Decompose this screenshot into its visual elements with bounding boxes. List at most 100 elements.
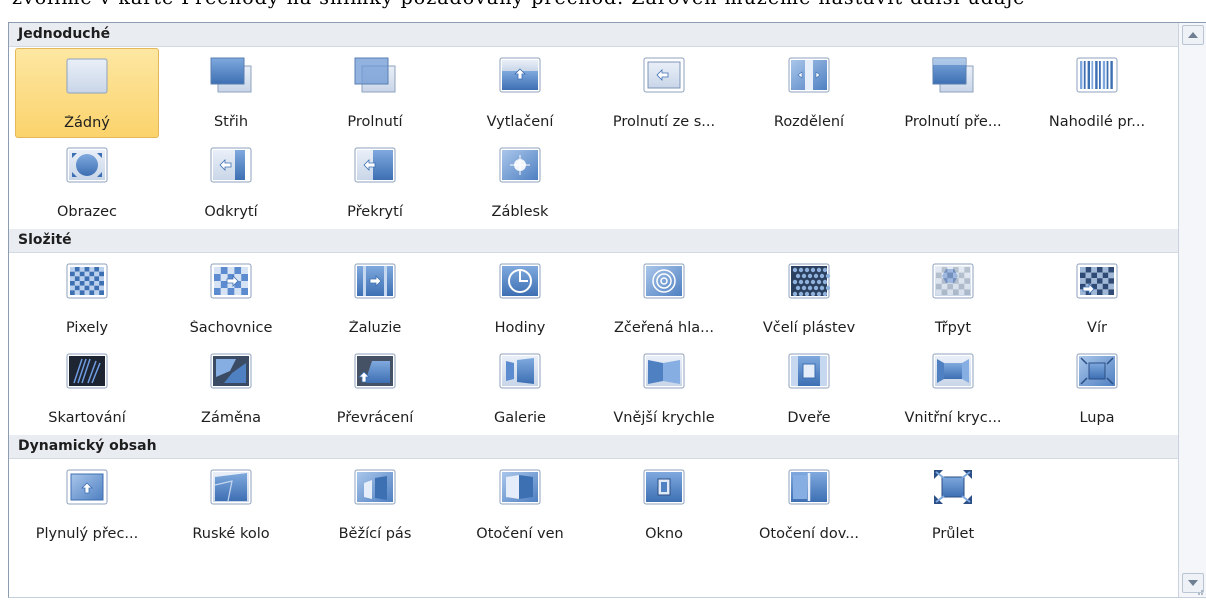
gallery-scrollbar[interactable] — [1178, 23, 1206, 597]
transition-item[interactable]: Hodiny — [448, 254, 592, 344]
transition-item[interactable]: Třpyt — [881, 254, 1025, 344]
resize-grip-icon[interactable] — [1194, 586, 1204, 596]
transition-label: Dveře — [787, 410, 831, 426]
vortex-transition-icon — [1074, 261, 1120, 301]
transition-label: Šachovnice — [189, 320, 273, 336]
transition-item[interactable]: Žádný — [15, 48, 159, 138]
honeycomb-transition-icon — [786, 261, 832, 301]
category-title: Jednoduché — [18, 26, 111, 42]
transition-item[interactable]: Vytlačení — [448, 48, 592, 138]
dissolve-transition-icon — [64, 261, 110, 301]
rotate-transition-icon — [497, 467, 543, 507]
zoom-transition-icon — [1074, 351, 1120, 391]
transition-label: Běžící pás — [338, 526, 412, 542]
transition-item[interactable]: Vír — [1025, 254, 1169, 344]
transition-item[interactable]: Okno — [592, 460, 736, 550]
transition-item[interactable]: Pixely — [15, 254, 159, 344]
transition-label: Vnější krychle — [613, 410, 715, 426]
transition-label: Prolnutí pře... — [904, 114, 1002, 130]
document-text: zvolíme v kartě Přechody na snímky požad… — [12, 0, 1025, 9]
transition-item[interactable]: Lupa — [1025, 344, 1169, 434]
category-title: Dynamický obsah — [18, 438, 157, 454]
transition-item[interactable]: Otočení ven — [448, 460, 592, 550]
orbit-transition-icon — [786, 467, 832, 507]
transition-item[interactable]: Vnější krychle — [592, 344, 736, 434]
shred-transition-icon — [64, 351, 110, 391]
transition-label: Žaluzie — [348, 320, 402, 336]
transition-item[interactable]: Běžící pás — [303, 460, 447, 550]
transition-label: Převrácení — [336, 410, 414, 426]
flash-transition-icon — [497, 145, 543, 185]
transition-item[interactable]: Šachovnice — [159, 254, 303, 344]
transition-item[interactable]: Dveře — [737, 344, 881, 434]
transition-item[interactable]: Obrazec — [15, 138, 159, 228]
transition-item[interactable]: Ruské kolo — [159, 460, 303, 550]
transition-item[interactable]: Včelí plástev — [737, 254, 881, 344]
transition-item[interactable]: Zčeřená hla... — [592, 254, 736, 344]
transition-label: Vír — [1087, 320, 1107, 336]
transition-label: Nahodilé pr... — [1048, 114, 1146, 130]
window-transition-icon — [641, 467, 687, 507]
blinds-transition-icon — [352, 261, 398, 301]
transition-label: Odkrytí — [204, 204, 258, 220]
transition-item[interactable]: Překrytí — [303, 138, 447, 228]
category-header: Jednoduché — [9, 23, 1179, 47]
box-transition-icon — [930, 351, 976, 391]
pan-transition-icon — [64, 467, 110, 507]
glitter-transition-icon — [930, 261, 976, 301]
flip-transition-icon — [352, 351, 398, 391]
transition-label: Záměna — [201, 410, 261, 426]
transition-item[interactable]: Prolnutí ze s... — [592, 48, 736, 138]
transition-item[interactable]: Střih — [159, 48, 303, 138]
transition-label: Překrytí — [347, 204, 403, 220]
transition-item[interactable]: Nahodilé pr... — [1025, 48, 1169, 138]
transition-label: Ruské kolo — [192, 526, 270, 542]
transition-item[interactable]: Záměna — [159, 344, 303, 434]
transition-label: Průlet — [931, 526, 975, 542]
random-bars-transition-icon — [1074, 55, 1120, 95]
doors-transition-icon — [786, 351, 832, 391]
transition-label: Střih — [213, 114, 249, 130]
transition-label: Prolnutí ze s... — [612, 114, 716, 130]
transition-label: Žádný — [64, 115, 110, 131]
category-header: Dynamický obsah — [9, 435, 1179, 459]
transition-gallery: Jednoduché Žádný Střih Prolnutí Vytlačen… — [8, 22, 1206, 598]
category-header: Složité — [9, 229, 1179, 253]
transition-label: Okno — [645, 526, 683, 542]
cut-transition-icon — [208, 55, 254, 95]
gallery-content: Jednoduché Žádný Střih Prolnutí Vytlačen… — [9, 23, 1179, 597]
gallery-transition-icon — [497, 351, 543, 391]
transition-item[interactable]: Otočení dov... — [737, 460, 881, 550]
transition-item[interactable]: Prolnutí pře... — [881, 48, 1025, 138]
ferris-wheel-transition-icon — [208, 467, 254, 507]
transition-label: Obrazec — [57, 204, 117, 220]
transition-label: Vytlačení — [486, 114, 554, 130]
uncover-transition-icon — [208, 145, 254, 185]
transition-label: Plynulý přec... — [35, 526, 139, 542]
shape-transition-icon — [64, 145, 110, 185]
clock-transition-icon — [497, 261, 543, 301]
transition-item[interactable]: Převrácení — [303, 344, 447, 434]
checkerboard-transition-icon — [208, 261, 254, 301]
transition-item[interactable]: Odkrytí — [159, 138, 303, 228]
wipe-transition-icon — [641, 55, 687, 95]
transition-label: Zčeřená hla... — [613, 320, 714, 336]
transition-item[interactable]: Záblesk — [448, 138, 592, 228]
document-text-strip: zvolíme v kartě Přechody na snímky požad… — [0, 0, 1206, 22]
cube-transition-icon — [641, 351, 687, 391]
transition-item[interactable]: Prolnutí — [303, 48, 447, 138]
transition-label: Otočení dov... — [758, 526, 860, 542]
transition-item[interactable]: Žaluzie — [303, 254, 447, 344]
transition-label: Hodiny — [494, 320, 546, 336]
transition-label: Prolnutí — [347, 114, 403, 130]
scroll-up-button[interactable] — [1182, 25, 1204, 45]
transition-item[interactable]: Skartování — [15, 344, 159, 434]
ripple-transition-icon — [641, 261, 687, 301]
transition-item[interactable]: Galerie — [448, 344, 592, 434]
transition-item[interactable]: Vnitřní kryc... — [881, 344, 1025, 434]
transition-item[interactable]: Průlet — [881, 460, 1025, 550]
transition-item[interactable]: Plynulý přec... — [15, 460, 159, 550]
transition-label: Vnitřní kryc... — [904, 410, 1002, 426]
category-title: Složité — [18, 232, 72, 248]
transition-item[interactable]: Rozdělení — [737, 48, 881, 138]
